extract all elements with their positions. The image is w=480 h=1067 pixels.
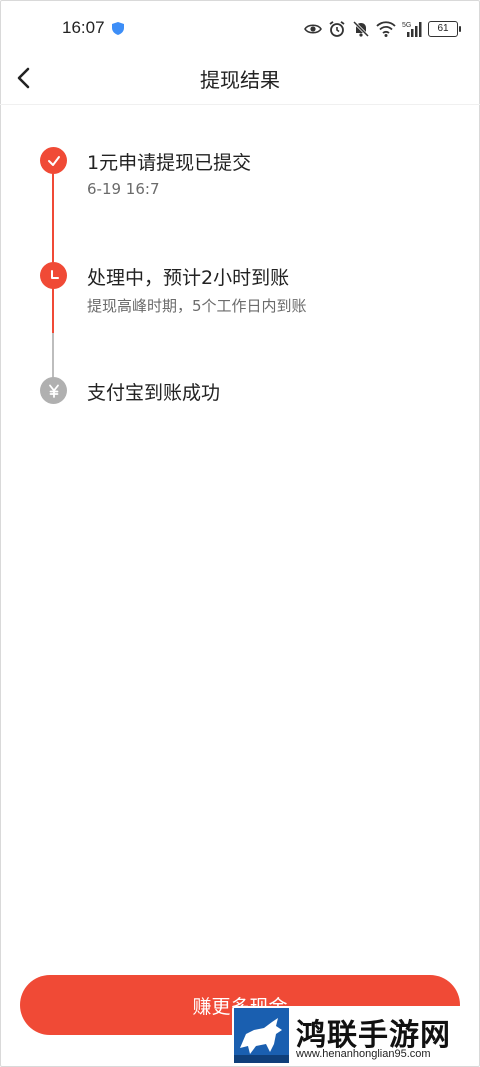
step-1-dot (40, 147, 67, 174)
signal-icon: 5G (402, 22, 422, 37)
step-3-title: 支付宝到账成功 (87, 382, 221, 404)
step-1-subtitle: 6-19 16:7 (87, 180, 160, 198)
shield-icon (112, 22, 124, 35)
alarm-icon (329, 21, 345, 37)
step-3-dot (40, 377, 67, 404)
page-title: 提现结果 (200, 68, 280, 92)
status-bar: 16:07 5G 61 (0, 0, 480, 58)
wifi-icon (376, 21, 396, 37)
status-icons: 5G 61 (304, 19, 461, 39)
step-2-title: 处理中，预计2小时到账 (87, 267, 290, 289)
timeline-line-completed (52, 163, 54, 333)
bull-logo-icon (234, 1008, 289, 1063)
step-2-subtitle: 提现高峰时期，5个工作日内到账 (87, 297, 307, 315)
step-1-title: 1元申请提现已提交 (87, 152, 252, 174)
bell-off-icon (352, 20, 370, 38)
nav-bar: 提现结果 (0, 52, 480, 105)
step-2-dot (40, 262, 67, 289)
battery-icon: 61 (428, 21, 461, 37)
yuan-icon (48, 384, 59, 398)
clock-icon (50, 269, 59, 279)
watermark-url: www.henanhonglian95.com (296, 1048, 431, 1060)
eye-icon (304, 24, 322, 34)
battery-level: 61 (437, 23, 449, 34)
check-icon (47, 155, 60, 166)
status-time: 16:07 (62, 18, 105, 37)
watermark: 鸿联手游网 www.henanhonglian95.com (232, 1006, 472, 1066)
network-label: 5G (402, 22, 411, 29)
